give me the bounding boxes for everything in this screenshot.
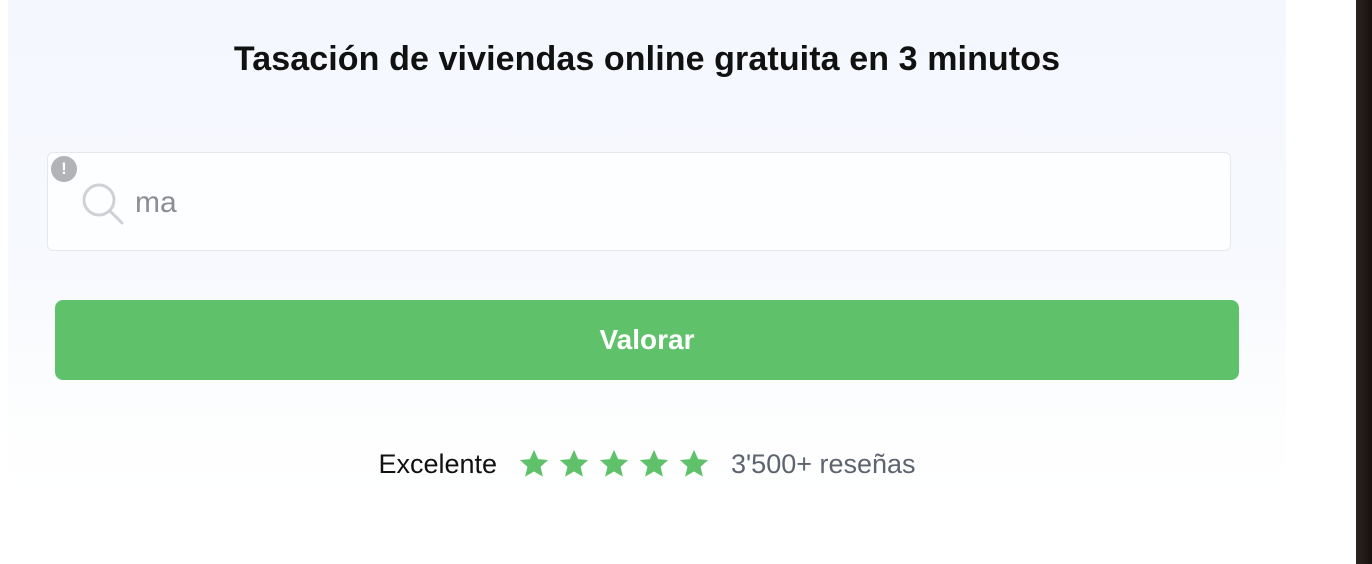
star-icon — [599, 449, 629, 477]
page-title: Tasación de viviendas online gratuita en… — [233, 40, 1061, 78]
background-image-edge — [1356, 0, 1372, 564]
star-icon — [559, 449, 589, 477]
star-icon — [639, 449, 669, 477]
rating-label: Excelente — [378, 448, 498, 479]
warning-icon: ! — [51, 156, 77, 182]
rating-summary: Excelente 3'500+ reseñas — [0, 444, 1294, 484]
address-search-input[interactable] — [135, 180, 1215, 226]
rating-stars — [517, 447, 711, 481]
valorar-button[interactable]: Valorar — [55, 300, 1239, 380]
star-icon — [679, 449, 709, 477]
review-count: 3'500+ reseñas — [731, 448, 916, 479]
star-icon — [519, 449, 549, 477]
search-icon — [82, 183, 124, 225]
